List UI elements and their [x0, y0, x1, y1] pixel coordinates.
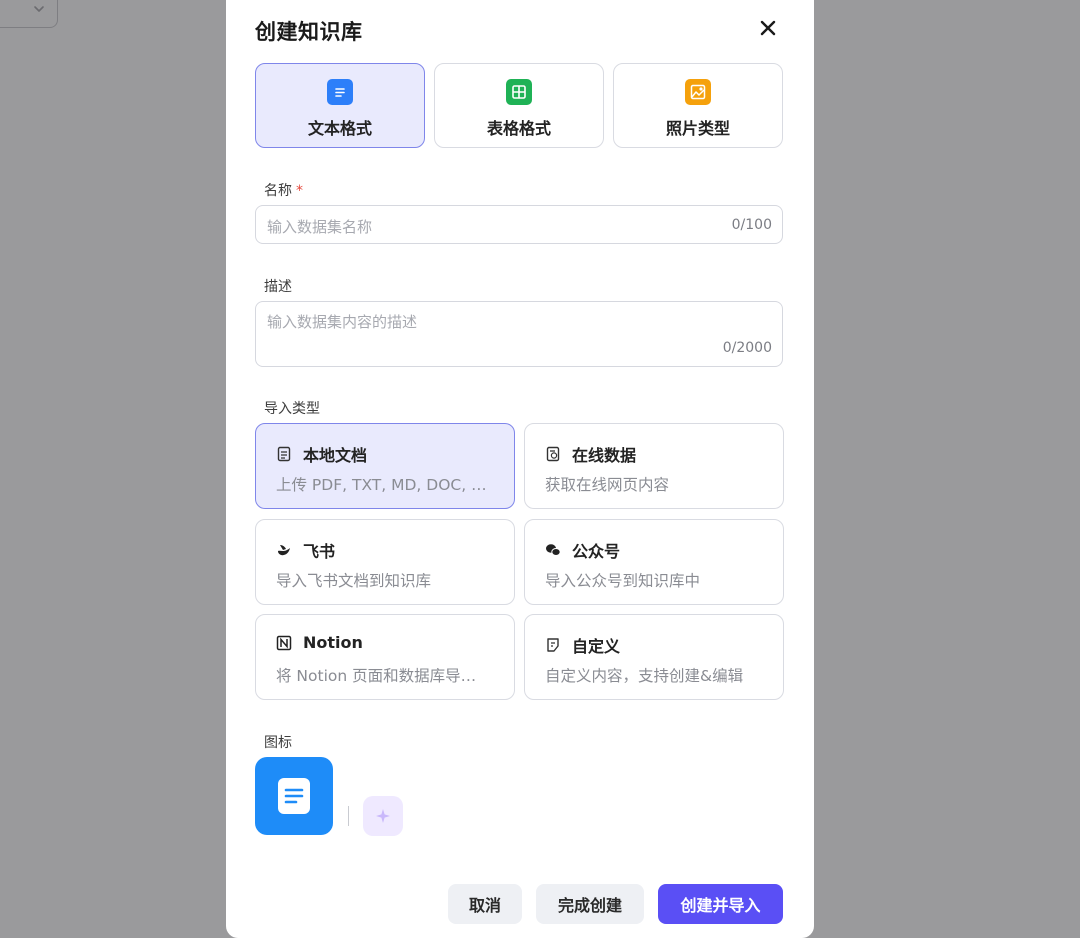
cancel-button[interactable]: 取消	[448, 884, 522, 924]
option-desc: 导入飞书文档到知识库	[276, 572, 432, 590]
name-input[interactable]: 输入数据集名称 0/100	[255, 205, 783, 244]
name-counter: 0/100	[731, 217, 772, 233]
option-title: 自定义	[572, 637, 621, 656]
wechat-icon	[545, 542, 561, 558]
name-label-text: 名称	[264, 183, 292, 199]
option-title: 在线数据	[572, 446, 637, 465]
tab-table-format[interactable]: 表格格式	[434, 63, 604, 148]
create-knowledge-base-dialog: 创建知识库 文本格式 表格格式 照片类型 名称 * 输入数据集名称 0/100 描…	[226, 0, 814, 938]
option-title: 公众号	[572, 542, 621, 561]
import-option-custom[interactable]: 自定义 自定义内容，支持创建&编辑	[524, 614, 784, 700]
tab-image-type[interactable]: 照片类型	[613, 63, 783, 148]
option-title: 本地文档	[303, 446, 368, 465]
required-mark: *	[296, 183, 303, 199]
import-option-notion[interactable]: Notion 将 Notion 页面和数据库导…	[255, 614, 515, 700]
table-icon	[506, 79, 532, 105]
import-option-online-data[interactable]: 在线数据 获取在线网页内容	[524, 423, 784, 509]
tab-label: 表格格式	[486, 119, 551, 138]
background-select	[0, 0, 58, 28]
import-option-feishu[interactable]: 飞书 导入飞书文档到知识库	[255, 519, 515, 605]
name-label: 名称 *	[264, 180, 303, 200]
import-option-local-doc[interactable]: 本地文档 上传 PDF, TXT, MD, DOC, …	[255, 423, 515, 509]
ai-generate-icon-button[interactable]	[363, 796, 403, 836]
option-desc: 上传 PDF, TXT, MD, DOC, …	[276, 476, 487, 494]
divider	[348, 806, 349, 826]
tab-text-format[interactable]: 文本格式	[255, 63, 425, 148]
chevron-down-icon	[34, 6, 44, 12]
option-desc: 自定义内容，支持创建&编辑	[545, 667, 744, 685]
feishu-icon	[276, 542, 292, 558]
sparkle-icon	[376, 809, 390, 823]
file-icon	[276, 446, 292, 462]
name-placeholder: 输入数据集名称	[267, 218, 373, 236]
description-label: 描述	[264, 279, 292, 295]
option-desc: 导入公众号到知识库中	[545, 572, 701, 590]
description-textarea[interactable]: 输入数据集内容的描述 0/2000	[255, 301, 783, 367]
dialog-title: 创建知识库	[255, 20, 363, 44]
tab-label: 照片类型	[665, 119, 730, 138]
text-doc-icon	[327, 79, 353, 105]
finish-create-button[interactable]: 完成创建	[536, 884, 644, 924]
option-title: Notion	[303, 633, 363, 652]
import-type-label: 导入类型	[264, 401, 320, 417]
close-icon[interactable]	[757, 17, 779, 39]
image-icon	[685, 79, 711, 105]
icon-picker[interactable]	[255, 757, 333, 835]
import-option-wechat[interactable]: 公众号 导入公众号到知识库中	[524, 519, 784, 605]
tab-label: 文本格式	[307, 119, 372, 138]
web-doc-icon	[545, 446, 561, 462]
option-desc: 将 Notion 页面和数据库导…	[276, 667, 477, 685]
custom-doc-icon	[545, 637, 561, 653]
option-title: 飞书	[303, 542, 336, 561]
icon-label: 图标	[264, 735, 292, 751]
create-and-import-button[interactable]: 创建并导入	[658, 884, 783, 924]
option-desc: 获取在线网页内容	[545, 476, 670, 494]
document-icon	[278, 778, 310, 814]
notion-icon	[276, 635, 292, 651]
description-placeholder: 输入数据集内容的描述	[267, 313, 418, 331]
description-counter: 0/2000	[722, 340, 772, 356]
